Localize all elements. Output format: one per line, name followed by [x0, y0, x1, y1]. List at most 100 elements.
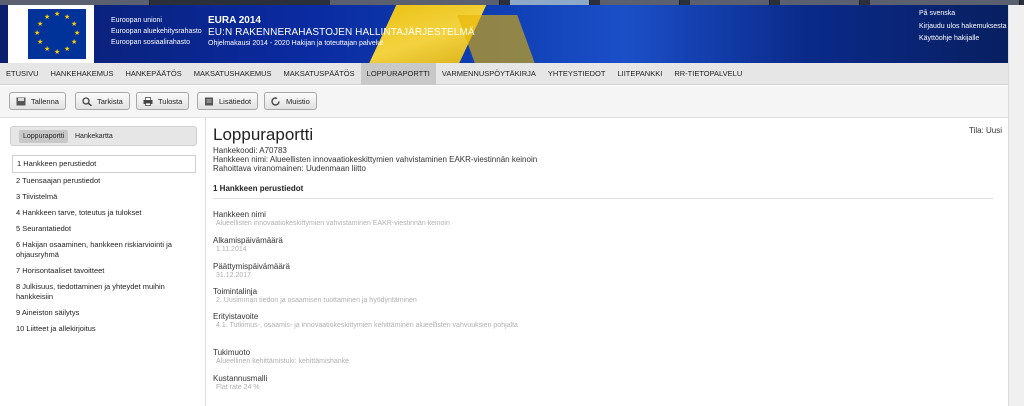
eu-logo: ★ ★ ★ ★ ★ ★ ★ ★ ★ ★ ★ ★	[8, 5, 94, 63]
more-info-label: Lisätiedot	[219, 96, 252, 106]
field-cost-model: Kustannusmalli Flat rate 24 %	[213, 374, 267, 392]
star-icon: ★	[34, 30, 41, 37]
nav-item-varmennuspoytakirja[interactable]: VARMENNUSPÖYTÄKIRJA	[436, 63, 542, 85]
field-support-type: Tukimuoto Alueellinen kehittämistuki: ke…	[213, 348, 349, 366]
section-heading: 1 Hankkeen perustiedot	[213, 184, 304, 193]
star-icon: ★	[64, 46, 71, 53]
logout-link[interactable]: Kirjaudu ulos hakemuksesta	[919, 21, 1007, 33]
field-value: 2. Uusimman tiedon ja osaamisen tuottami…	[216, 297, 417, 304]
project-code: Hankekoodi: A70783	[213, 146, 287, 155]
print-button[interactable]: Tulosta	[136, 92, 190, 110]
star-icon: ★	[37, 21, 44, 28]
project-meta: Hankekoodi: A70783 Hankkeen nimi: Alueel…	[213, 146, 537, 173]
field-value: Alueellisten innovaatiokeskittymien vahv…	[216, 220, 450, 227]
field-label: Alkamispäivämäärä	[213, 236, 283, 245]
nav-item-rr-tietopalvelu[interactable]: RR-TIETOPALVELU	[668, 63, 748, 85]
star-icon: ★	[37, 39, 44, 46]
sidebar-item-9[interactable]: 9 Aineiston säilytys	[12, 305, 196, 321]
eu-funds-text: Euroopan unioni Euroopan aluekehitysraha…	[111, 15, 202, 48]
nav-item-hankehakemus[interactable]: HANKEHAKEMUS	[45, 63, 120, 85]
tab-hankekartta[interactable]: Hankekartta	[71, 130, 117, 143]
page-scrollbar[interactable]	[1008, 5, 1024, 406]
sidebar-tabs: Loppuraportti Hankekartta	[10, 126, 197, 146]
star-icon: ★	[71, 21, 78, 28]
app-title: EURA 2014	[208, 15, 261, 26]
field-value: Flat rate 24 %	[216, 384, 260, 391]
nav-item-maksatushakemus[interactable]: MAKSATUSHAKEMUS	[188, 63, 278, 85]
language-link[interactable]: På svenska	[919, 8, 1007, 20]
star-icon: ★	[71, 39, 78, 46]
magnifier-icon	[82, 96, 92, 106]
nav-item-maksatuspaatos[interactable]: MAKSATUSPÄÄTÖS	[278, 63, 361, 85]
field-value: 1.11.2014	[216, 246, 247, 253]
eu-line: Euroopan unioni	[111, 17, 162, 24]
nav-item-liitepankki[interactable]: LIITEPANKKI	[611, 63, 668, 85]
refresh-icon	[271, 96, 280, 106]
main-content: Loppuraportti Tila: Uusi Hankekoodi: A70…	[206, 118, 1008, 406]
field-value: 31.12.2017	[216, 272, 252, 279]
field-specific-objective: Erityistavoite 4.1. Tutkimus-, osaamis- …	[213, 312, 633, 330]
star-icon: ★	[54, 11, 61, 18]
funding-authority: Rahoittava viranomainen: Uudenmaan liitt…	[213, 164, 366, 173]
sidebar-item-10[interactable]: 10 Liitteet ja allekirjoitus	[12, 321, 196, 337]
field-start-date: Alkamispäivämäärä 1.11.2014	[213, 236, 283, 254]
field-value: 4.1. Tutkimus-, osaamis- ja innovaatioke…	[216, 322, 518, 329]
reminder-label: Muistio	[286, 96, 310, 106]
sidebar-item-4[interactable]: 4 Hankkeen tarve, toteutus ja tulokset	[12, 205, 196, 221]
star-icon: ★	[44, 46, 51, 53]
nav-item-loppuraportti[interactable]: LOPPURAPORTTI	[360, 63, 436, 85]
nav-item-hankepaatos[interactable]: HANKEPÄÄTÖS	[119, 63, 187, 85]
field-value: Alueellinen kehittämistuki: kehittämisha…	[216, 358, 350, 365]
field-label: Kustannusmalli	[213, 374, 268, 383]
reminder-button[interactable]: Muistio	[264, 92, 317, 110]
star-icon: ★	[44, 14, 51, 21]
app-title-block: EURA 2014 EU:N RAKENNERAHASTOJEN HALLINT…	[208, 15, 475, 49]
check-label: Tarkista	[97, 96, 123, 106]
field-label: Hankkeen nimi	[213, 210, 266, 219]
save-icon	[16, 97, 26, 105]
field-label: Erityistavoite	[213, 312, 259, 321]
sidebar-item-6[interactable]: 6 Hakijan osaaminen, hankkeen riskiarvio…	[12, 237, 196, 263]
header-links: På svenska Kirjaudu ulos hakemuksesta Kä…	[919, 8, 1007, 46]
app-header: ★ ★ ★ ★ ★ ★ ★ ★ ★ ★ ★ ★ Euroopan unioni …	[0, 5, 1008, 63]
sidebar-item-5[interactable]: 5 Seurantatiedot	[12, 221, 196, 237]
eu-flag-icon: ★ ★ ★ ★ ★ ★ ★ ★ ★ ★ ★ ★	[28, 9, 86, 59]
field-label: Päättymispäivämäärä	[213, 262, 290, 271]
field-end-date: Päättymispäivämäärä 31.12.2017	[213, 262, 290, 280]
more-info-button[interactable]: Lisätiedot	[197, 92, 259, 110]
field-priority-axis: Toimintalinja 2. Uusimman tiedon ja osaa…	[213, 287, 417, 305]
nav-item-yhteystiedot[interactable]: YHTEYSTIEDOT	[542, 63, 612, 85]
star-icon: ★	[74, 30, 81, 37]
user-guide-link[interactable]: Käyttöohje hakijalle	[919, 33, 1007, 45]
project-name: Hankkeen nimi: Alueellisten innovaatioke…	[213, 155, 538, 164]
toolbar: Tallenna Tarkista Tulosta Lisätiedot Mui…	[0, 86, 1008, 118]
sidebar-item-8[interactable]: 8 Julkisuus, tiedottaminen ja yhteydet m…	[12, 279, 196, 305]
section-divider	[213, 198, 993, 199]
nav-item-etusivu[interactable]: ETUSIVU	[0, 63, 45, 85]
main-nav: ETUSIVU HANKEHAKEMUS HANKEPÄÄTÖS MAKSATU…	[0, 63, 1008, 85]
save-label: Tallenna	[31, 96, 59, 106]
sidebar-item-3[interactable]: 3 Tiivistelmä	[12, 189, 196, 205]
star-icon: ★	[54, 49, 61, 56]
print-label: Tulosta	[158, 96, 183, 106]
status-text: Tila: Uusi	[968, 126, 1002, 135]
save-button[interactable]: Tallenna	[9, 92, 66, 110]
eu-line: Euroopan aluekehitysrahasto	[111, 28, 202, 35]
sidebar-item-7[interactable]: 7 Horisontaaliset tavoitteet	[12, 263, 196, 279]
notes-icon	[205, 97, 213, 105]
printer-icon	[143, 96, 153, 106]
sidebar-item-2[interactable]: 2 Tuensaajan perustiedot	[12, 173, 196, 189]
app-program: Ohjelmakausi 2014 - 2020 Hakijan ja tote…	[208, 40, 384, 47]
page-title: Loppuraportti	[213, 125, 314, 144]
eu-line: Euroopan sosiaalirahasto	[111, 39, 190, 46]
sidebar: Loppuraportti Hankekartta 1 Hankkeen per…	[0, 118, 206, 406]
check-button[interactable]: Tarkista	[75, 92, 130, 110]
section-list: 1 Hankkeen perustiedot 2 Tuensaajan peru…	[12, 155, 196, 337]
app-subtitle: EU:N RAKENNERAHASTOJEN HALLINTAJÄRJESTEL…	[208, 27, 475, 38]
field-label: Tukimuoto	[213, 348, 251, 357]
star-icon: ★	[64, 14, 71, 21]
field-label: Toimintalinja	[213, 287, 258, 296]
sidebar-item-1[interactable]: 1 Hankkeen perustiedot	[12, 155, 196, 173]
field-project-name: Hankkeen nimi Alueellisten innovaatiokes…	[213, 210, 450, 228]
tab-loppuraportti[interactable]: Loppuraportti	[19, 130, 69, 143]
